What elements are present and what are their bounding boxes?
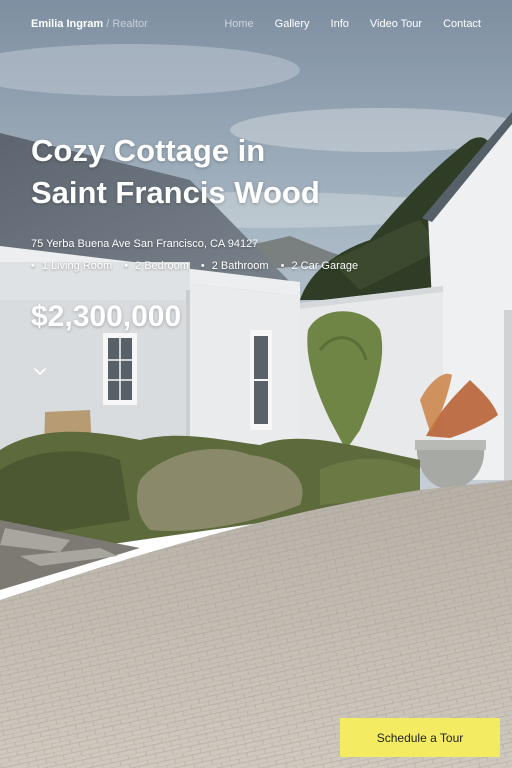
property-address: 75 Yerba Buena Ave San Francisco, CA 941… — [31, 238, 259, 250]
property-title-line-1: Cozy Cottage in — [31, 133, 266, 168]
schedule-tour-button[interactable]: Schedule a Tour — [340, 718, 500, 757]
main-navigation: Home Gallery Info Video Tour Contact — [224, 18, 481, 30]
property-price: $2,300,000 — [31, 300, 182, 333]
brand-separator: / — [106, 18, 110, 30]
site-header: Emilia Ingram / Realtor Home Gallery Inf… — [0, 0, 512, 50]
nav-link-info[interactable]: Info — [331, 18, 349, 30]
property-title-line-2: Saint Francis Wood — [31, 175, 320, 210]
nav-link-contact[interactable]: Contact — [443, 18, 481, 30]
hero-background-image — [0, 0, 512, 768]
feature-bedrooms: 2 Bedroom — [124, 260, 189, 272]
chevron-down-icon[interactable] — [31, 362, 49, 380]
feature-garage: 2 Car Garage — [281, 260, 358, 272]
feature-living-room: 1 Living Room — [31, 260, 112, 272]
brand-logo[interactable]: Emilia Ingram / Realtor — [31, 18, 148, 30]
nav-link-home[interactable]: Home — [224, 18, 253, 30]
property-features: 1 Living Room 2 Bedroom 2 Bathroom 2 Car… — [31, 260, 358, 272]
nav-link-gallery[interactable]: Gallery — [275, 18, 310, 30]
feature-bathrooms: 2 Bathroom — [201, 260, 269, 272]
property-title: Cozy Cottage in Saint Francis Wood — [31, 130, 361, 214]
nav-link-video-tour[interactable]: Video Tour — [370, 18, 422, 30]
brand-role: Realtor — [112, 18, 148, 30]
brand-name: Emilia Ingram — [31, 18, 104, 30]
